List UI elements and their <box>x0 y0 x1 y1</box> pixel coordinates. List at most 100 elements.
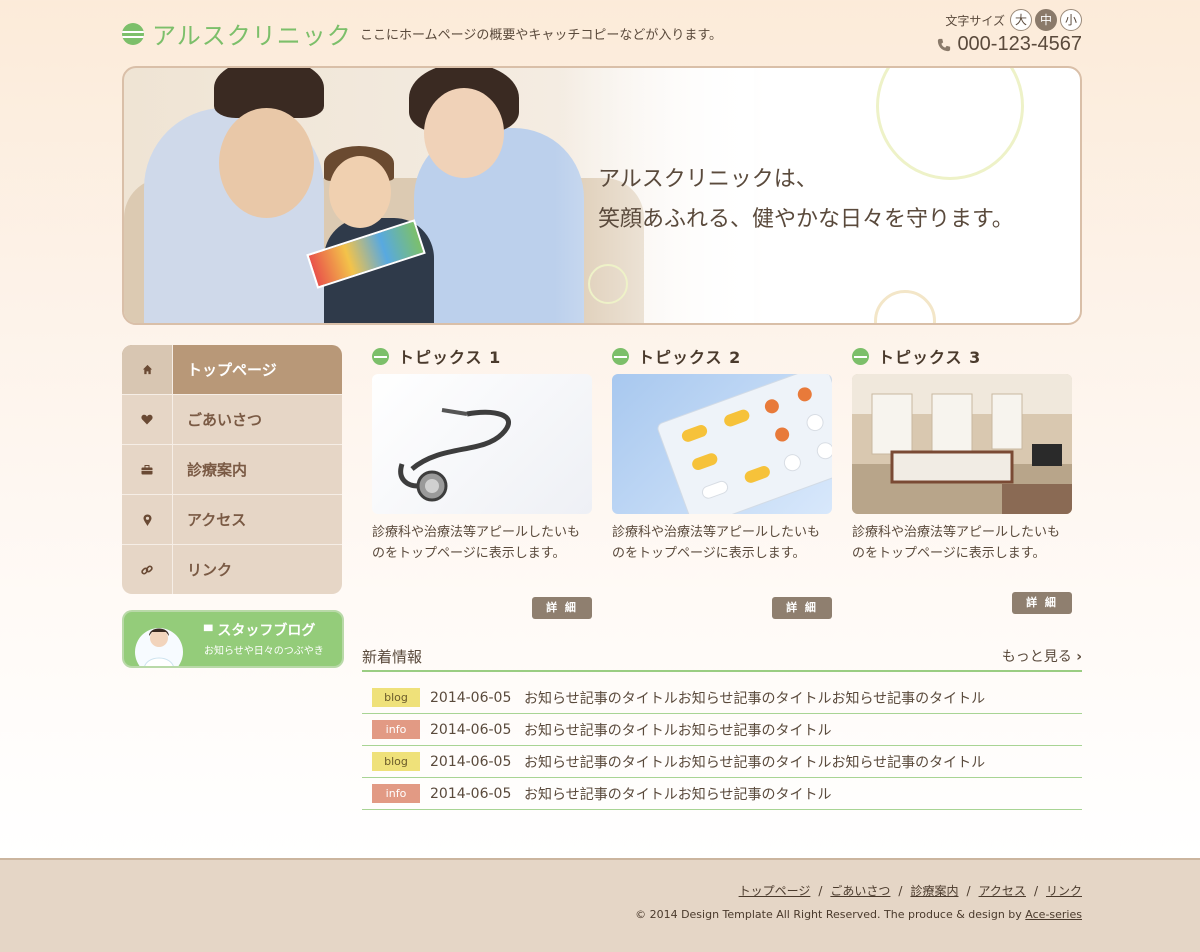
topic-detail-button[interactable]: 詳 細 <box>772 597 832 619</box>
news-title: お知らせ記事のタイトルお知らせ記事のタイトルお知らせ記事のタイトル <box>524 754 986 771</box>
site-footer: トップページ / ごあいさつ / 診療案内 / アクセス / リンク © 2014 Design… <box>0 858 1200 952</box>
footer-link-access[interactable]: アクセス <box>979 884 1026 898</box>
news-title: お知らせ記事のタイトルお知らせ記事のタイトル <box>524 722 832 739</box>
logo-mark-icon <box>122 22 144 45</box>
footer-link-top[interactable]: トップページ <box>739 884 811 898</box>
topic-bullet-icon <box>612 347 629 365</box>
news-date: 2014-06-05 <box>430 753 512 770</box>
news-header: 新着情報 もっと見る › <box>362 644 1082 672</box>
topic-text: 診療科や治療法等アピールしたいものをトップページに表示します。 <box>852 525 1061 561</box>
topic-bullet-icon <box>852 347 869 365</box>
news-list: blog 2014-06-05 お知らせ記事のタイトルお知らせ記事のタイトルお知… <box>362 682 1082 810</box>
nav-label: リンク <box>187 561 233 579</box>
news-heading: 新着情報 <box>362 648 423 666</box>
nav-item-services[interactable]: 診療案内 <box>122 445 342 495</box>
medicine-image <box>612 374 832 514</box>
topic-title: トピックス 3 <box>878 348 982 367</box>
news-title: お知らせ記事のタイトルお知らせ記事のタイトルお知らせ記事のタイトル <box>524 690 986 707</box>
news-tag-info: info <box>372 720 420 739</box>
nav-label: トップページ <box>187 361 277 379</box>
news-row[interactable]: info 2014-06-05 お知らせ記事のタイトルお知らせ記事のタイトル <box>362 714 1082 746</box>
stethoscope-image <box>372 374 592 514</box>
credit-link[interactable]: Ace-series <box>1025 908 1082 921</box>
blog-banner-title: ▀ スタッフブログ <box>204 620 315 640</box>
news-row[interactable]: blog 2014-06-05 お知らせ記事のタイトルお知らせ記事のタイトルお知… <box>362 746 1082 778</box>
hero-copy: アルスクリニックは、 笑顔あふれる、健やかな日々を守ります。 <box>598 160 1014 240</box>
news-tag-blog: blog <box>372 752 420 771</box>
topic-header: トピックス 1 <box>372 345 592 367</box>
footer-separator: / <box>818 884 823 898</box>
footer-nav: トップページ / ごあいさつ / 診療案内 / アクセス / リンク <box>739 882 1082 899</box>
news-date: 2014-06-05 <box>430 689 512 706</box>
chevron-right-icon: › <box>1076 649 1082 665</box>
topic-title: トピックス 1 <box>398 348 502 367</box>
topic-card-2: トピックス 2 診療科や治療法等アピールしたいものをトップページに表示します。 … <box>612 345 832 619</box>
topic-header: トピックス 3 <box>852 345 1072 367</box>
staff-blog-banner[interactable]: ▀ スタッフブログ お知らせや日々のつぶやき <box>122 610 344 668</box>
phone-text: 000-123-4567 <box>957 33 1082 55</box>
news-more-label: もっと見る <box>1001 649 1072 665</box>
copyright: © 2014 Design Template All Right Reserve… <box>635 908 1082 921</box>
hero-banner: アルスクリニックは、 笑顔あふれる、健やかな日々を守ります。 <box>122 66 1082 325</box>
phone-icon <box>938 38 951 51</box>
hero-mother-face <box>424 88 504 178</box>
font-size-medium-button[interactable]: 中 <box>1035 9 1057 31</box>
font-size-large-button[interactable]: 大 <box>1010 9 1032 31</box>
nav-label: 診療案内 <box>187 461 248 479</box>
topic-title: トピックス 2 <box>638 348 742 367</box>
blog-banner-title-text: スタッフブログ <box>217 623 316 639</box>
staff-photo <box>135 628 183 666</box>
phone-number: 000-123-4567 <box>937 33 1082 56</box>
news-title: お知らせ記事のタイトルお知らせ記事のタイトル <box>524 786 832 803</box>
hospital-room-image <box>852 374 1072 514</box>
footer-link-greeting[interactable]: ごあいさつ <box>830 884 890 898</box>
logo-text: アルスクリニック <box>152 22 352 50</box>
footer-separator: / <box>898 884 903 898</box>
heart-icon <box>122 395 173 444</box>
news-tag-blog: blog <box>372 688 420 707</box>
hero-circle-decoration <box>588 264 628 304</box>
font-size-label: 文字サイズ <box>945 13 1005 28</box>
catch-copy: ここにホームページの概要やキャッチコピーなどが入ります。 <box>360 28 723 43</box>
news-row[interactable]: info 2014-06-05 お知らせ記事のタイトルお知らせ記事のタイトル <box>362 778 1082 810</box>
news-row[interactable]: blog 2014-06-05 お知らせ記事のタイトルお知らせ記事のタイトルお知… <box>362 682 1082 714</box>
hero-copy-line1: アルスクリニックは、 <box>598 167 818 192</box>
topic-card-1: トピックス 1 診療科や治療法等アピールしたいものをトップページに表示します。 … <box>372 345 592 619</box>
footer-separator: / <box>966 884 971 898</box>
topic-bullet-icon <box>372 347 389 365</box>
news-date: 2014-06-05 <box>430 785 512 802</box>
blog-banner-subtitle: お知らせや日々のつぶやき <box>204 646 324 657</box>
nav-item-access[interactable]: アクセス <box>122 495 342 545</box>
link-icon <box>122 545 173 594</box>
speech-bubble-icon: ▀ <box>204 625 213 638</box>
news-more-link[interactable]: もっと見る › <box>1002 646 1082 666</box>
footer-link-services[interactable]: 診療案内 <box>910 884 958 898</box>
topic-header: トピックス 2 <box>612 345 832 367</box>
hero-copy-line2: 笑顔あふれる、健やかな日々を守ります。 <box>598 207 1014 232</box>
footer-separator: / <box>1033 884 1038 898</box>
site-logo[interactable]: アルスクリニック <box>122 16 352 51</box>
nav-label: ごあいさつ <box>187 411 263 429</box>
footer-link-links[interactable]: リンク <box>1046 884 1082 898</box>
side-nav: トップページ ごあいさつ 診療案内 アクセス リンク <box>122 345 342 594</box>
news-date: 2014-06-05 <box>430 721 512 738</box>
nav-item-greeting[interactable]: ごあいさつ <box>122 395 342 445</box>
topic-text: 診療科や治療法等アピールしたいものをトップページに表示します。 <box>612 525 821 561</box>
hero-father-face <box>219 108 314 218</box>
briefcase-icon <box>122 445 173 494</box>
nav-item-top[interactable]: トップページ <box>122 345 342 395</box>
topic-card-3: トピックス 3 診療科や治療法等アピールしたいものをトップページに表示します。 … <box>852 345 1072 614</box>
map-pin-icon <box>122 495 173 544</box>
news-tag-info: info <box>372 784 420 803</box>
topic-text: 診療科や治療法等アピールしたいものをトップページに表示します。 <box>372 525 581 561</box>
topic-detail-button[interactable]: 詳 細 <box>532 597 592 619</box>
hero-circle-decoration <box>874 290 936 323</box>
copyright-text: © 2014 Design Template All Right Reserve… <box>635 908 1022 921</box>
hero-child-face <box>329 156 391 228</box>
font-size-small-button[interactable]: 小 <box>1060 9 1082 31</box>
font-size-switcher: 文字サイズ 大 中 小 <box>945 9 1082 31</box>
home-icon <box>122 345 173 394</box>
topic-detail-button[interactable]: 詳 細 <box>1012 592 1072 614</box>
nav-label: アクセス <box>187 511 247 529</box>
nav-item-links[interactable]: リンク <box>122 545 342 594</box>
